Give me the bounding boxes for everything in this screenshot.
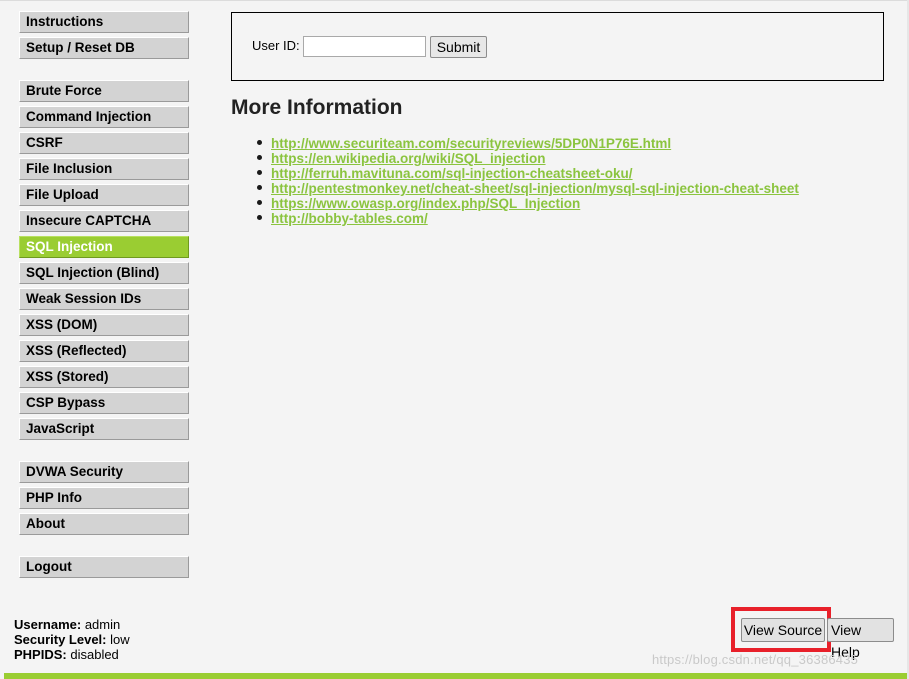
sidebar-item-dvwa-security[interactable]: DVWA Security: [19, 461, 189, 483]
more-information-links: http://www.securiteam.com/securityreview…: [257, 135, 799, 226]
sidebar-item-sql-injection-blind[interactable]: SQL Injection (Blind): [19, 262, 189, 284]
sidebar-item-xss-reflected[interactable]: XSS (Reflected): [19, 340, 189, 362]
sidebar-item-xss-dom[interactable]: XSS (DOM): [19, 314, 189, 336]
list-item: https://www.owasp.org/index.php/SQL_Inje…: [257, 195, 799, 211]
watermark: https://blog.csdn.net/qq_36386435: [652, 652, 859, 667]
bullet-icon: [257, 155, 262, 160]
phpids-label: PHPIDS:: [14, 647, 67, 662]
list-item: http://www.securiteam.com/securityreview…: [257, 135, 799, 151]
sidebar-item-sql-injection[interactable]: SQL Injection: [19, 236, 189, 258]
security-level-value: low: [110, 632, 130, 647]
sidebar-item-file-upload[interactable]: File Upload: [19, 184, 189, 206]
username-row: Username: admin: [14, 617, 130, 632]
sidebar-item-weak-session-ids[interactable]: Weak Session IDs: [19, 288, 189, 310]
sidebar-item-brute-force[interactable]: Brute Force: [19, 80, 189, 102]
bullet-icon: [257, 170, 262, 175]
sidebar-item-xss-stored[interactable]: XSS (Stored): [19, 366, 189, 388]
sidebar-item-javascript[interactable]: JavaScript: [19, 418, 189, 440]
highlight-box: [731, 607, 831, 652]
phpids-row: PHPIDS: disabled: [14, 647, 130, 662]
sidebar-item-insecure-captcha[interactable]: Insecure CAPTCHA: [19, 210, 189, 232]
session-info: Username: admin Security Level: low PHPI…: [14, 617, 130, 662]
footer-bar: [4, 673, 907, 679]
list-item: https://en.wikipedia.org/wiki/SQL_inject…: [257, 150, 799, 166]
sidebar-item-about[interactable]: About: [19, 513, 189, 535]
user-id-form: User ID: Submit: [231, 12, 884, 81]
reference-link[interactable]: http://bobby-tables.com/: [271, 211, 428, 226]
username-label: Username:: [14, 617, 82, 632]
sidebar-item-setup-reset-db[interactable]: Setup / Reset DB: [19, 37, 189, 59]
bullet-icon: [257, 200, 262, 205]
bullet-icon: [257, 215, 262, 220]
sidebar-item-command-injection[interactable]: Command Injection: [19, 106, 189, 128]
security-level-label: Security Level:: [14, 632, 107, 647]
reference-link[interactable]: http://ferruh.mavituna.com/sql-injection…: [271, 166, 633, 181]
reference-link[interactable]: https://www.owasp.org/index.php/SQL_Inje…: [271, 196, 580, 211]
submit-button[interactable]: Submit: [430, 36, 487, 58]
sidebar-item-csp-bypass[interactable]: CSP Bypass: [19, 392, 189, 414]
sidebar-item-instructions[interactable]: Instructions: [19, 11, 189, 33]
phpids-value: disabled: [70, 647, 119, 662]
bullet-icon: [257, 140, 262, 145]
reference-link[interactable]: http://www.securiteam.com/securityreview…: [271, 136, 671, 151]
user-id-label: User ID:: [252, 38, 300, 53]
username-value: admin: [84, 617, 121, 632]
bullet-icon: [257, 185, 262, 190]
security-level-row: Security Level: low: [14, 632, 130, 647]
view-help-button[interactable]: View Help: [827, 618, 894, 660]
more-information-heading: More Information: [231, 96, 403, 119]
sidebar-item-file-inclusion[interactable]: File Inclusion: [19, 158, 189, 180]
user-id-input[interactable]: [303, 36, 426, 57]
list-item: http://ferruh.mavituna.com/sql-injection…: [257, 165, 799, 181]
list-item: http://pentestmonkey.net/cheat-sheet/sql…: [257, 180, 799, 196]
reference-link[interactable]: http://pentestmonkey.net/cheat-sheet/sql…: [271, 181, 799, 196]
reference-link[interactable]: https://en.wikipedia.org/wiki/SQL_inject…: [271, 151, 546, 166]
sidebar-item-csrf[interactable]: CSRF: [19, 132, 189, 154]
sidebar-item-logout[interactable]: Logout: [19, 556, 189, 578]
list-item: http://bobby-tables.com/: [257, 210, 799, 226]
sidebar-item-php-info[interactable]: PHP Info: [19, 487, 189, 509]
top-rule: [0, 0, 909, 1]
